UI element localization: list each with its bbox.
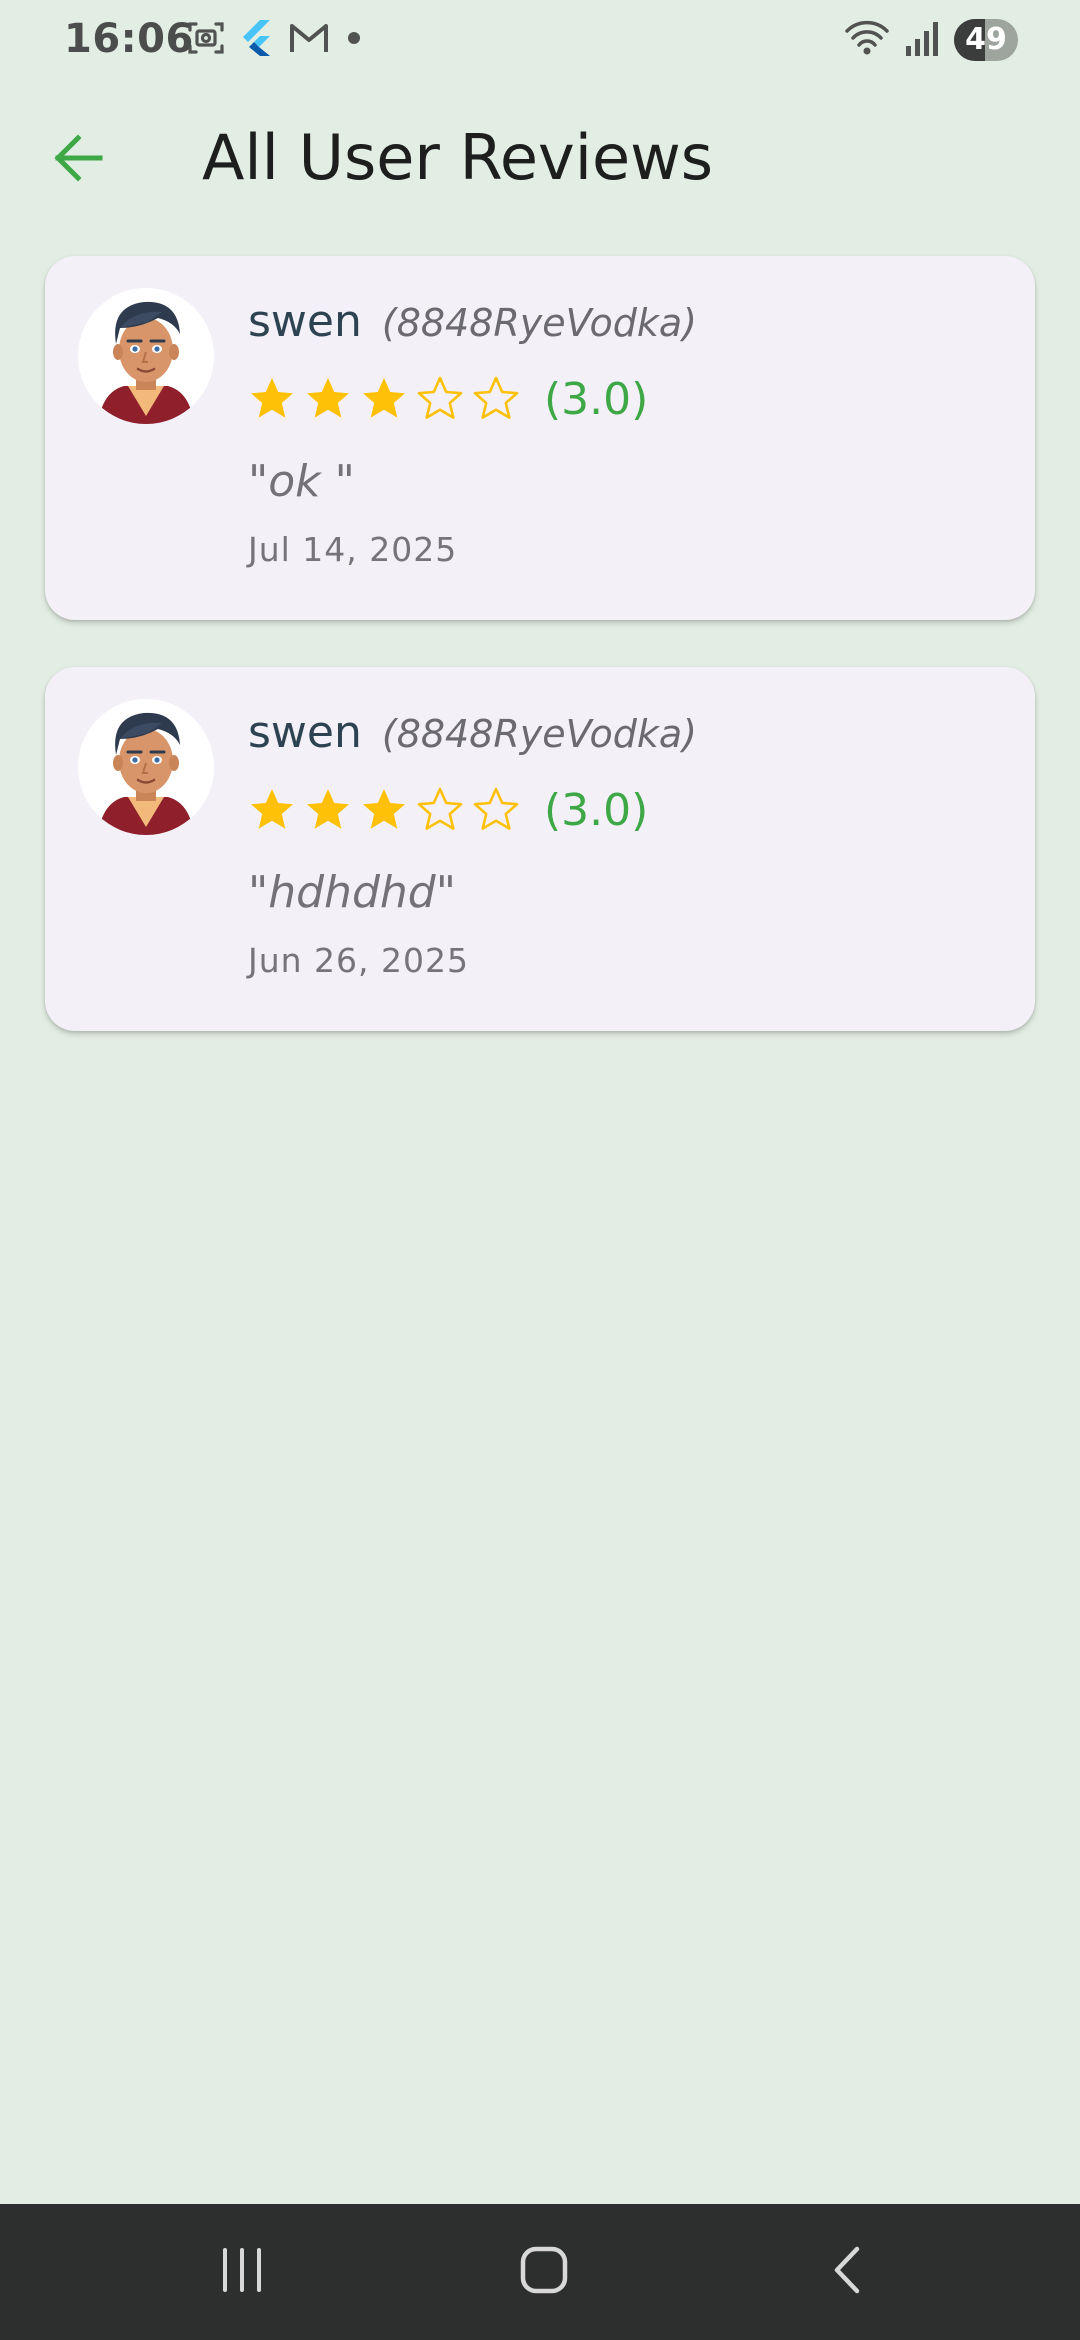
dot-icon bbox=[344, 28, 364, 48]
reviewer-line: swen (8848RyeVodka) bbox=[248, 296, 1005, 354]
back-button[interactable] bbox=[44, 126, 112, 194]
reviewer-line: swen (8848RyeVodka) bbox=[248, 707, 1005, 765]
reviewer-name: swen bbox=[248, 296, 362, 347]
star-empty-icon bbox=[473, 376, 519, 419]
review-card: swen (8848RyeVodka) (3.0) "ok " Jul 14, … bbox=[45, 256, 1035, 620]
star-filled-icon bbox=[251, 789, 293, 829]
system-back-button[interactable] bbox=[778, 2204, 918, 2340]
review-comment: "ok " bbox=[248, 456, 355, 507]
review-list: swen (8848RyeVodka) (3.0) "ok " Jul 14, … bbox=[45, 256, 1035, 1078]
avatar bbox=[78, 288, 214, 424]
review-card: swen (8848RyeVodka) (3.0) "hdhdhd" Jun 2… bbox=[45, 667, 1035, 1031]
avatar-illustration bbox=[78, 699, 214, 835]
navigation-bar bbox=[0, 2204, 1080, 2340]
app-bar: All User Reviews bbox=[0, 100, 1080, 216]
recent-apps-button[interactable] bbox=[172, 2204, 312, 2340]
star-filled-icon bbox=[307, 789, 349, 829]
status-time: 16:06 bbox=[64, 16, 194, 62]
page-title: All User Reviews bbox=[202, 121, 714, 194]
review-body: swen (8848RyeVodka) (3.0) "ok " Jul 14, … bbox=[248, 296, 1005, 569]
rating-value: (3.0) bbox=[544, 373, 649, 425]
status-bar: 16:06 49 bbox=[0, 0, 1080, 84]
status-icons-right: 49 bbox=[844, 18, 1018, 62]
signal-icon bbox=[904, 18, 940, 62]
rating-line: (3.0) bbox=[248, 777, 1005, 843]
reviewer-name: swen bbox=[248, 707, 362, 758]
rating-line: (3.0) bbox=[248, 366, 1005, 432]
back-icon bbox=[823, 2245, 873, 2299]
star-filled-icon bbox=[307, 378, 349, 418]
star-empty-icon bbox=[417, 787, 463, 830]
star-rating bbox=[248, 786, 520, 834]
star-filled-icon bbox=[363, 378, 405, 418]
reviewer-handle: (8848RyeVodka) bbox=[381, 712, 697, 756]
battery-percent: 49 bbox=[965, 22, 1007, 57]
star-filled-icon bbox=[363, 789, 405, 829]
status-icons-left bbox=[186, 18, 364, 58]
gmail-icon bbox=[288, 20, 330, 56]
wifi-icon bbox=[844, 18, 890, 62]
home-icon bbox=[519, 2245, 569, 2299]
recent-apps-icon bbox=[217, 2245, 267, 2299]
avatar-illustration bbox=[78, 288, 214, 424]
star-filled-icon bbox=[251, 378, 293, 418]
reviewer-handle: (8848RyeVodka) bbox=[381, 301, 697, 345]
avatar bbox=[78, 699, 214, 835]
review-date: Jun 26, 2025 bbox=[248, 941, 470, 980]
review-date: Jul 14, 2025 bbox=[248, 530, 458, 569]
arrow-left-icon bbox=[52, 132, 104, 188]
review-comment: "hdhdhd" bbox=[248, 867, 456, 918]
rating-value: (3.0) bbox=[544, 784, 649, 836]
star-empty-icon bbox=[417, 376, 463, 419]
review-body: swen (8848RyeVodka) (3.0) "hdhdhd" Jun 2… bbox=[248, 707, 1005, 980]
screenshot-icon bbox=[186, 18, 226, 58]
flutter-icon bbox=[240, 18, 274, 58]
star-rating bbox=[248, 375, 520, 423]
battery-icon: 49 bbox=[954, 19, 1018, 61]
star-empty-icon bbox=[473, 787, 519, 830]
home-button[interactable] bbox=[474, 2204, 614, 2340]
